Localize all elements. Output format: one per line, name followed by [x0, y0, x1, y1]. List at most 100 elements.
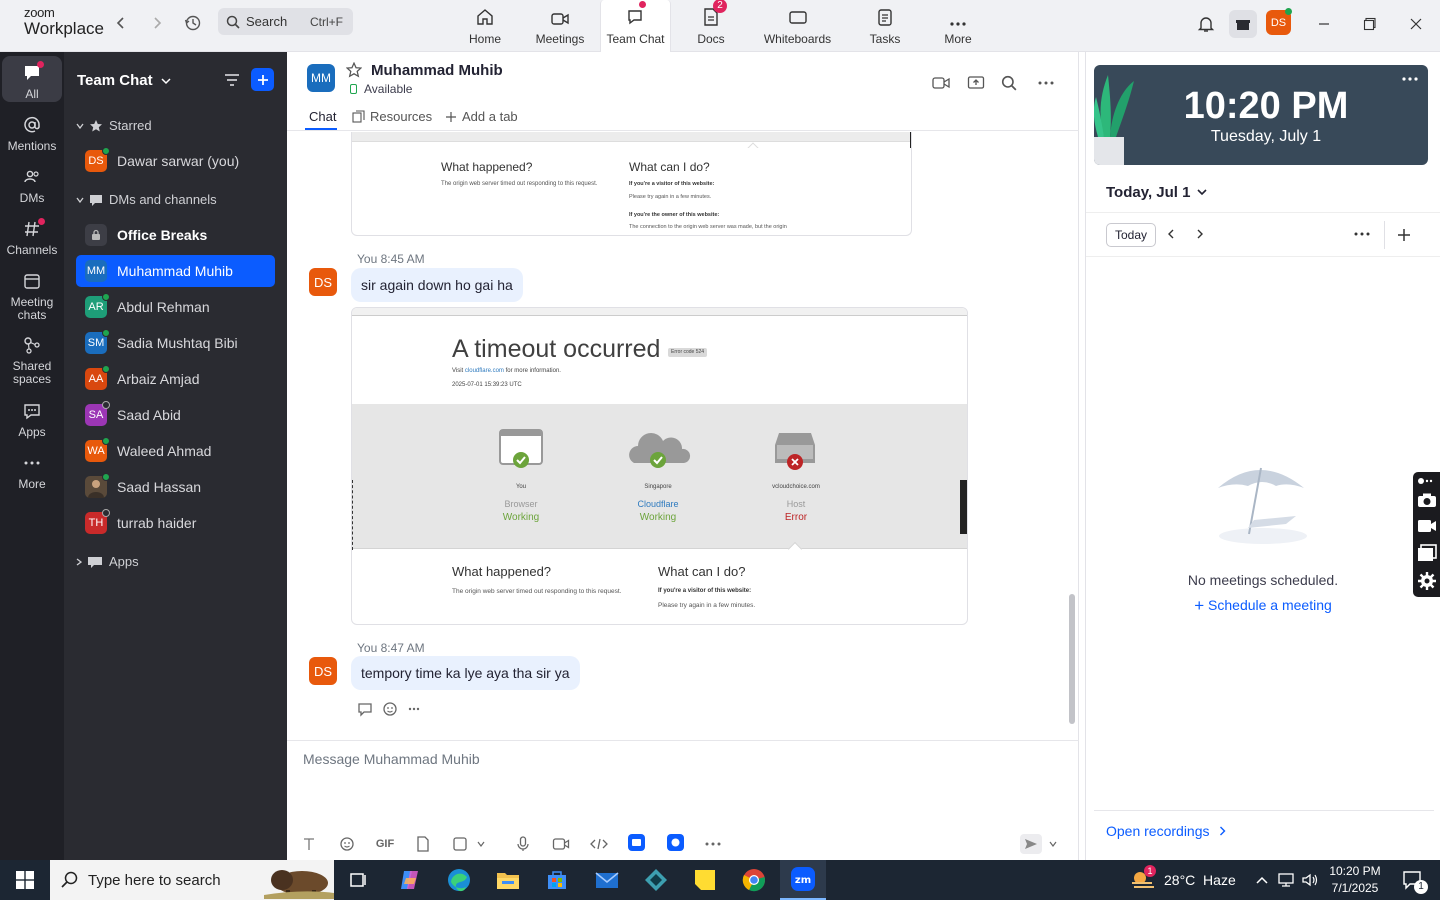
close-icon[interactable]	[1404, 12, 1428, 36]
camera-snapshot-icon[interactable]	[1417, 492, 1437, 508]
emoji-icon[interactable]	[337, 834, 357, 854]
file-icon[interactable]	[413, 834, 433, 854]
taskbar-search[interactable]: Type here to search	[50, 860, 334, 900]
more-options-icon[interactable]	[1402, 77, 1418, 81]
team-chat-title[interactable]: Team Chat	[77, 72, 171, 89]
forward-arrow-icon[interactable]	[145, 11, 169, 35]
tab-home[interactable]: Home	[460, 0, 510, 52]
rail-meeting-chats[interactable]: Meeting chats	[2, 270, 62, 322]
more-dots-icon[interactable]	[703, 834, 723, 854]
app-integration-icon[interactable]	[667, 834, 684, 851]
chrome-icon[interactable]	[731, 860, 777, 900]
notification-center-icon[interactable]: 1	[1390, 860, 1436, 900]
code-snippet-icon[interactable]	[589, 834, 609, 854]
gif-button[interactable]: GIF	[375, 834, 395, 854]
filter-icon[interactable]	[222, 70, 242, 90]
dm-item[interactable]: WA Waleed Ahmad	[76, 435, 275, 467]
message-composer[interactable]: Message Muhammad Muhib GIF	[287, 740, 1079, 860]
apps-section[interactable]: Apps	[76, 554, 139, 569]
dm-item[interactable]: MM Muhammad Muhib	[76, 255, 275, 287]
chevron-up-icon[interactable]	[1250, 860, 1274, 900]
zoom-app-icon[interactable]: zm	[780, 860, 826, 900]
volume-icon[interactable]	[1298, 860, 1322, 900]
notification-bell-icon[interactable]	[1194, 12, 1218, 36]
file-explorer-icon[interactable]	[485, 860, 531, 900]
pen-icon[interactable]	[1417, 476, 1435, 486]
tab-team-chat[interactable]: Team Chat	[600, 0, 671, 52]
message-avatar[interactable]: DS	[309, 268, 337, 296]
tab-docs[interactable]: 2 Docs	[690, 0, 732, 52]
rail-channels[interactable]: Channels	[2, 218, 62, 257]
new-chat-button[interactable]	[251, 68, 274, 91]
rail-mentions[interactable]: Mentions	[2, 114, 62, 153]
tab-meetings[interactable]: Meetings	[530, 0, 590, 52]
schedule-meeting-link[interactable]: + Schedule a meeting	[1086, 596, 1440, 616]
mail-icon[interactable]	[584, 860, 630, 900]
tab-add[interactable]: Add a tab	[445, 109, 518, 124]
sticky-notes-icon[interactable]	[682, 860, 728, 900]
tab-tasks[interactable]: Tasks	[866, 0, 904, 52]
taskbar-clock[interactable]: 10:20 PM 7/1/2025	[1325, 863, 1385, 897]
dm-item[interactable]: SA Saad Abid	[76, 399, 275, 431]
windows-start-icon[interactable]	[2, 860, 48, 900]
message-bubble[interactable]: sir again down ho gai ha	[351, 268, 523, 302]
starred-section[interactable]: Starred	[76, 118, 152, 133]
channel-item[interactable]: Office Breaks	[76, 219, 275, 251]
open-recordings-link[interactable]: Open recordings	[1106, 823, 1226, 839]
dms-section[interactable]: DMs and channels	[76, 192, 217, 207]
app-integration-icon[interactable]	[628, 834, 645, 851]
plus-icon[interactable]	[1397, 228, 1411, 242]
message-avatar[interactable]: DS	[309, 657, 337, 685]
video-record-icon[interactable]	[1417, 519, 1437, 533]
share-screen-icon[interactable]	[965, 72, 987, 94]
chevron-right-icon[interactable]	[1195, 228, 1205, 240]
date-selector[interactable]: Today, Jul 1	[1106, 184, 1208, 201]
screenshot-icon[interactable]	[450, 834, 470, 854]
tab-more[interactable]: More	[940, 0, 976, 52]
chevron-down-icon[interactable]	[1047, 834, 1059, 854]
chevron-down-icon[interactable]	[475, 834, 487, 854]
reply-icon[interactable]	[357, 701, 373, 717]
emoji-reaction-icon[interactable]	[382, 701, 398, 717]
history-icon[interactable]	[181, 11, 205, 35]
message-bubble[interactable]: tempory time ka lye aya tha sir ya	[351, 656, 580, 690]
copilot-icon[interactable]	[387, 860, 433, 900]
tab-resources[interactable]: Resources	[352, 109, 432, 124]
window-icon[interactable]	[1417, 544, 1437, 562]
maximize-icon[interactable]	[1358, 12, 1382, 36]
text-format-icon[interactable]	[299, 834, 319, 854]
contact-name[interactable]: Muhammad Muhib	[371, 62, 503, 79]
microsoft-store-icon[interactable]	[534, 860, 580, 900]
video-message-icon[interactable]	[551, 834, 571, 854]
dm-item[interactable]: AR Abdul Rehman	[76, 291, 275, 323]
task-view-icon[interactable]	[336, 860, 382, 900]
image-attachment[interactable]: What happened? The origin web server tim…	[351, 132, 912, 236]
more-options-icon[interactable]	[408, 707, 420, 711]
dm-item[interactable]: TH turrab haider	[76, 507, 275, 539]
rail-shared-spaces[interactable]: Shared spaces	[2, 334, 62, 386]
dm-item[interactable]: Saad Hassan	[76, 471, 275, 503]
composer-input[interactable]: Message Muhammad Muhib	[303, 751, 480, 767]
chevron-left-icon[interactable]	[1166, 228, 1176, 240]
dm-item[interactable]: SM Sadia Mushtaq Bibi	[76, 327, 275, 359]
settings-gear-icon[interactable]	[1417, 571, 1437, 591]
star-outline-icon[interactable]	[346, 62, 362, 78]
back-arrow-icon[interactable]	[109, 11, 133, 35]
network-icon[interactable]	[1275, 860, 1299, 900]
send-icon[interactable]	[1020, 834, 1042, 854]
app-diamond-icon[interactable]	[633, 860, 679, 900]
rail-more[interactable]: More	[2, 452, 62, 491]
more-options-icon[interactable]	[1354, 232, 1370, 236]
rail-apps[interactable]: Apps	[2, 400, 62, 439]
edge-browser-icon[interactable]	[436, 860, 482, 900]
rail-all[interactable]: All	[2, 56, 62, 102]
video-call-icon[interactable]	[930, 72, 952, 94]
search-icon[interactable]	[998, 72, 1020, 94]
search-box[interactable]: Search Ctrl+F	[218, 8, 353, 35]
weather-widget[interactable]: 1 28°C Haze	[1130, 860, 1236, 900]
more-options-icon[interactable]	[1035, 72, 1057, 94]
scrollbar[interactable]	[1069, 594, 1075, 724]
tab-chat[interactable]: Chat	[309, 109, 336, 124]
rail-dms[interactable]: DMs	[2, 166, 62, 205]
image-attachment[interactable]: A timeout occurred Error code 524 Visit …	[351, 307, 968, 625]
